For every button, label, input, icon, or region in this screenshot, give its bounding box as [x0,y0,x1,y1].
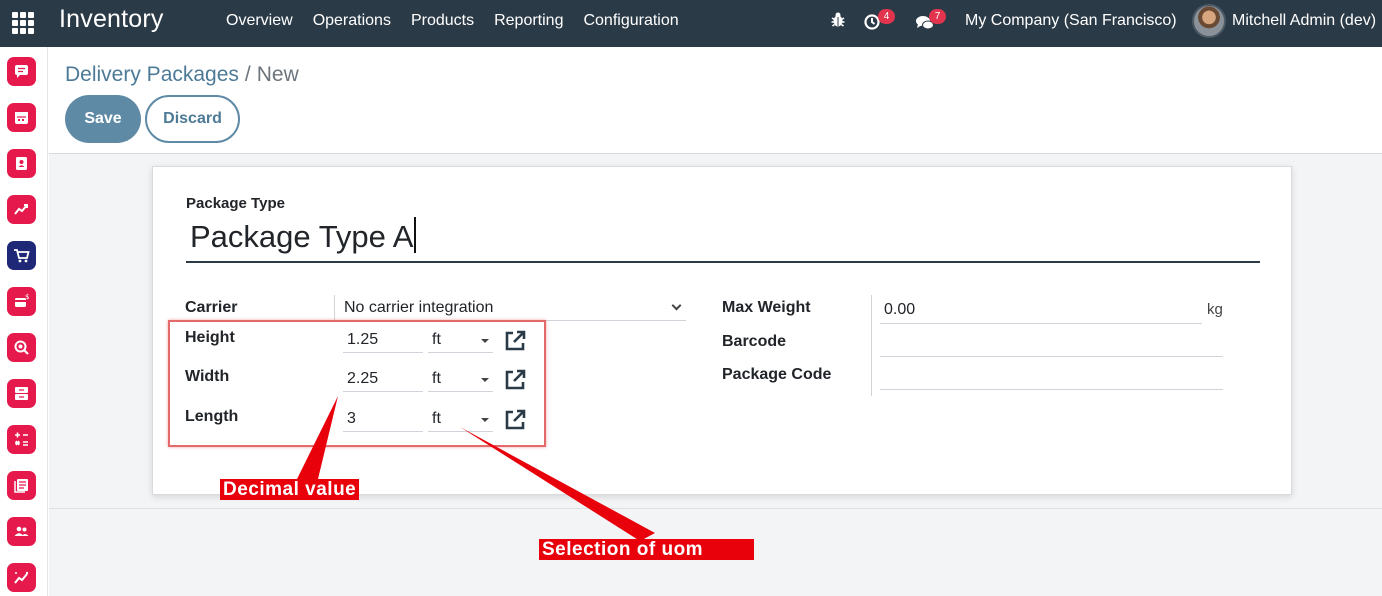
breadcrumb-parent[interactable]: Delivery Packages [65,63,239,86]
save-button[interactable]: Save [65,95,141,143]
app-title[interactable]: Inventory [59,5,164,34]
text-cursor [414,217,417,253]
inventory-app-icon[interactable] [7,379,36,408]
label-divider [871,295,872,396]
app-menu-icon[interactable] [12,12,34,34]
package-type-input[interactable]: Package Type A [186,217,1260,263]
discard-button[interactable]: Discard [145,95,240,143]
message-count-badge: 7 [929,9,946,24]
breadcrumb: Delivery Packages / New [65,63,299,87]
bug-icon[interactable] [828,10,848,30]
menu-item-reporting[interactable]: Reporting [494,12,563,30]
calendar-app-icon[interactable] [7,103,36,132]
label-divider [334,295,335,321]
svg-text:$: $ [25,293,29,301]
documents-app-icon[interactable] [7,471,36,500]
top-navbar: Inventory Overview Operations Products R… [0,0,1382,47]
package-type-value: Package Type A [190,219,414,254]
employees-app-icon[interactable] [7,517,36,546]
invoicing-app-icon[interactable]: $ [7,287,36,316]
menu-item-operations[interactable]: Operations [313,12,391,30]
crm-app-icon[interactable] [7,195,36,224]
menu-item-configuration[interactable]: Configuration [583,12,678,30]
max-weight-unit: kg [1207,301,1223,318]
max-weight-input[interactable]: 0.00 [884,301,915,319]
divider [49,508,1382,509]
menu-item-overview[interactable]: Overview [226,12,293,30]
company-switcher[interactable]: My Company (San Francisco) [965,12,1177,30]
user-menu[interactable]: Mitchell Admin (dev) [1232,12,1376,30]
sales-cart-app-icon[interactable] [7,241,36,270]
avatar[interactable] [1192,4,1226,38]
dashboards-app-icon[interactable] [7,563,36,592]
breadcrumb-current: New [256,63,299,86]
max-weight-label: Max Weight [722,299,811,316]
carrier-select[interactable]: No carrier integration [344,299,493,317]
breadcrumb-separator: / [244,63,251,86]
app-sidebar: $ [0,47,48,596]
search-app-icon[interactable] [7,333,36,362]
package-code-underline [880,389,1223,390]
main-menu: Overview Operations Products Reporting C… [226,12,679,30]
menu-item-products[interactable]: Products [411,12,474,30]
carrier-label: Carrier [185,299,238,316]
decimal-value-annotation: Decimal value [220,479,360,500]
discuss-app-icon[interactable] [7,57,36,86]
contacts-app-icon[interactable] [7,149,36,178]
uom-selection-annotation: Selection of uom [539,539,754,560]
barcode-label: Barcode [722,333,787,350]
barcode-underline [880,356,1223,357]
activity-count-badge: 4 [878,9,895,24]
accounting-app-icon[interactable] [7,425,36,454]
package-code-label: Package Code [722,366,832,383]
package-type-label: Package Type [186,195,285,212]
chevron-down-icon[interactable] [671,300,682,311]
annotation-highlight-box [168,320,546,447]
max-weight-underline [880,323,1202,324]
